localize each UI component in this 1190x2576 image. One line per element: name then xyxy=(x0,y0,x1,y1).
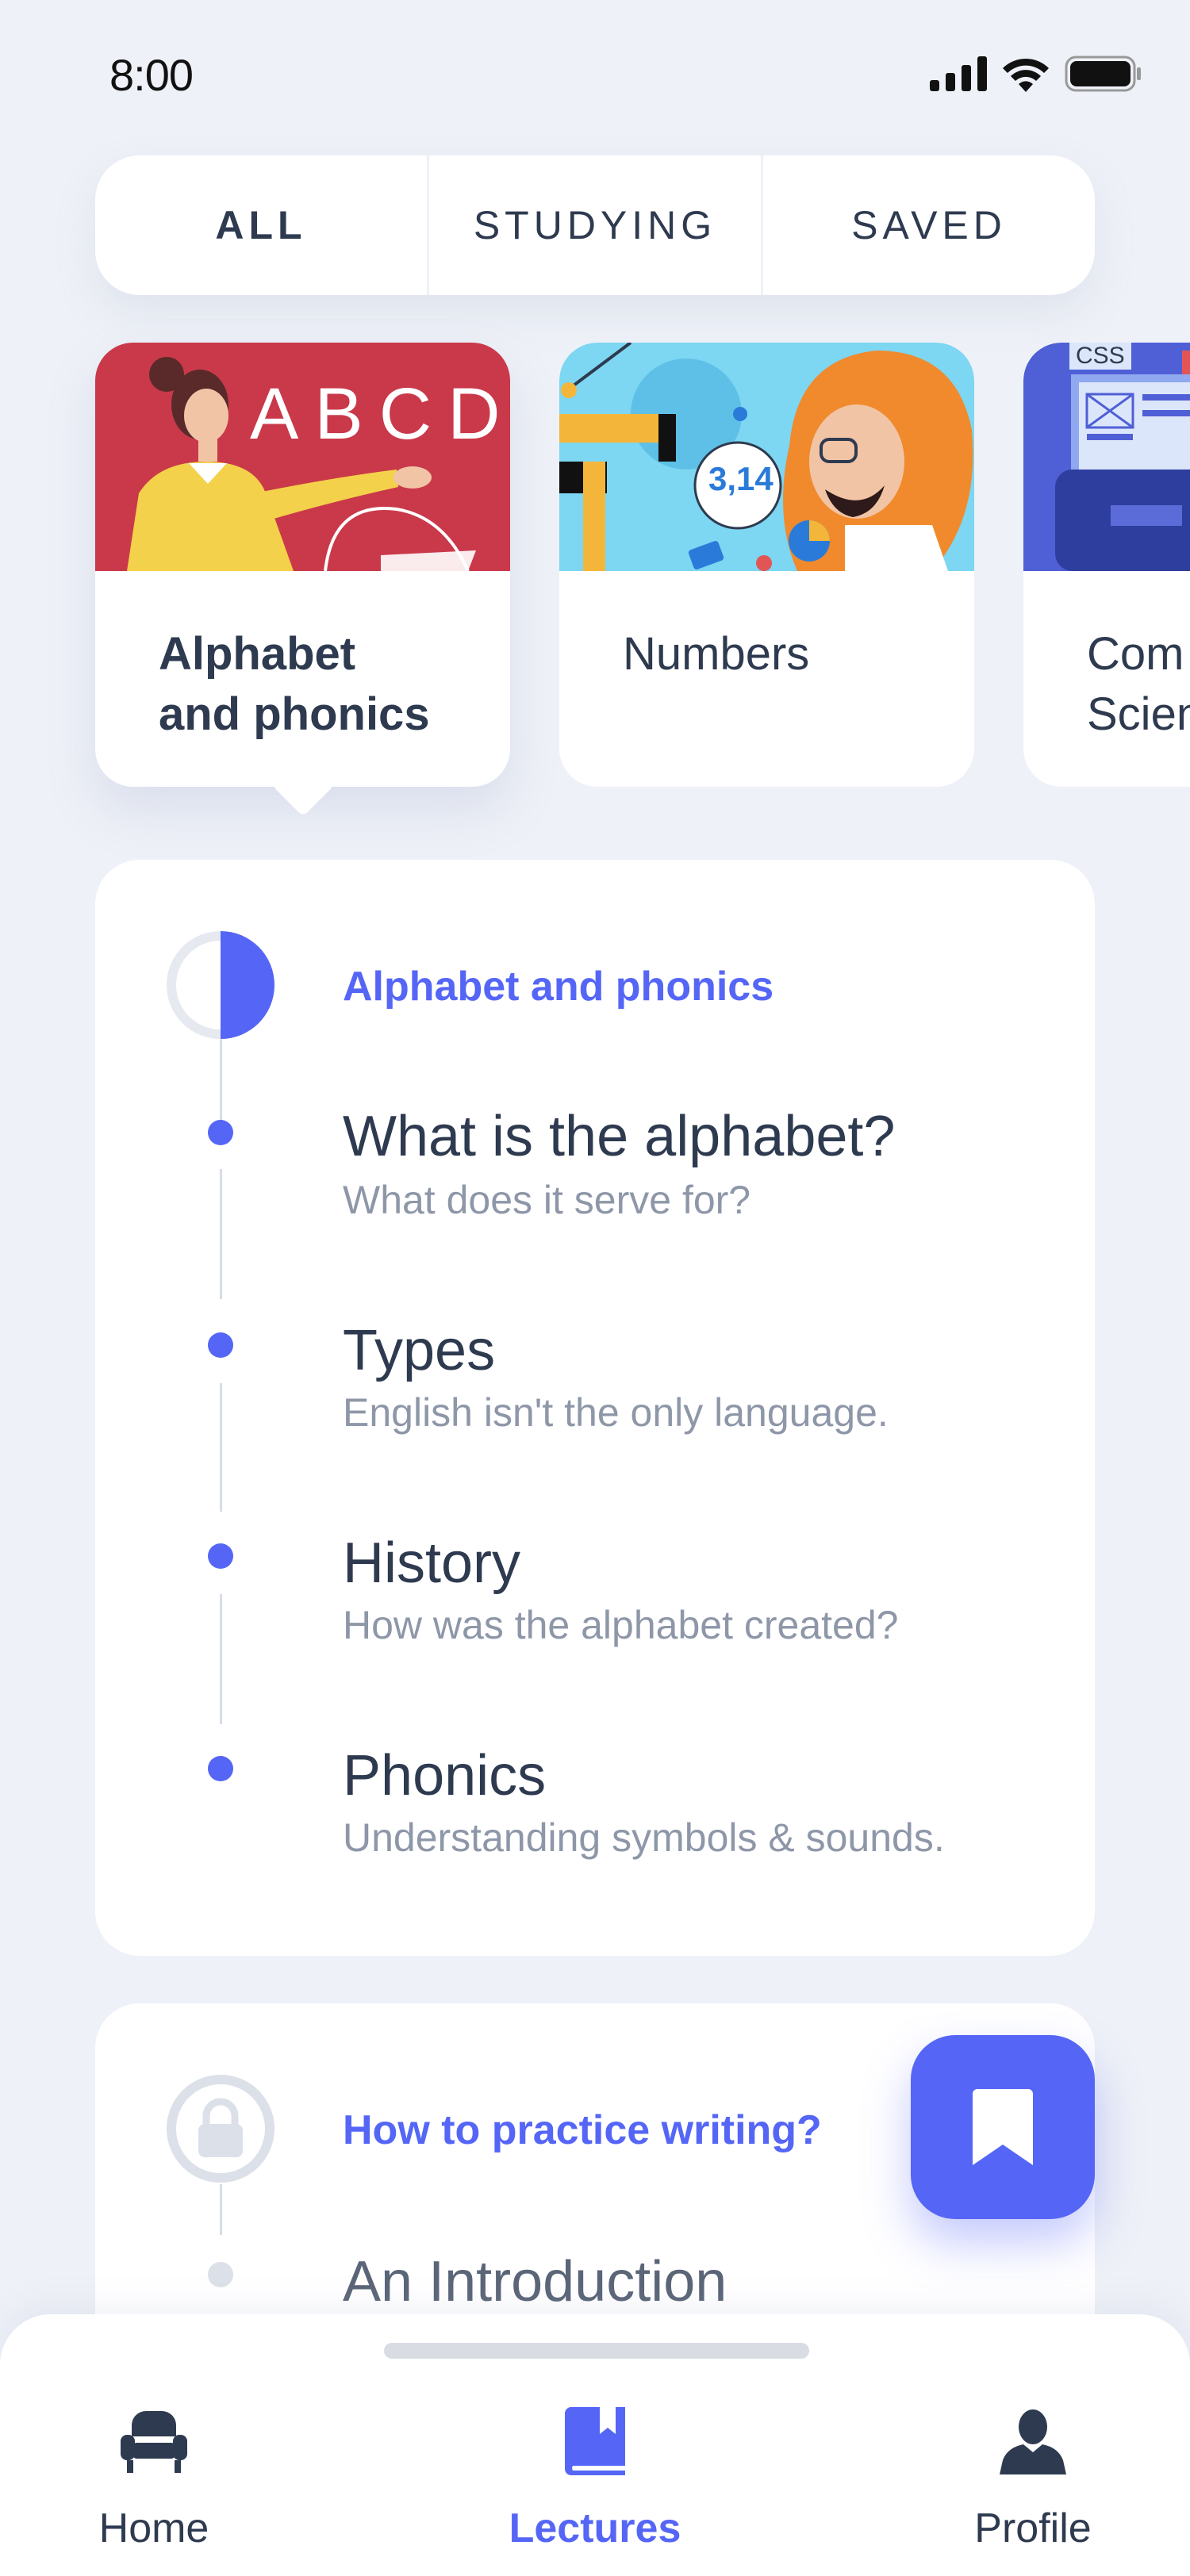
timeline-line xyxy=(220,2184,222,2235)
category-label-line1: Com xyxy=(1087,628,1184,680)
css-art-text: CSS xyxy=(1069,343,1131,370)
home-indicator xyxy=(384,2343,809,2359)
signal-icon xyxy=(930,56,987,91)
category-label-line1: Alphabet xyxy=(159,628,356,680)
wifi-icon xyxy=(1003,58,1049,92)
category-label-line2: and phonics xyxy=(159,688,430,740)
armchair-icon xyxy=(121,2411,187,2473)
timeline-line xyxy=(220,1169,222,1299)
nav-label: Home xyxy=(98,2505,209,2551)
status-bar: 8:00 xyxy=(0,0,1190,151)
person-icon xyxy=(1000,2409,1066,2474)
locked-lecture-title: How to practice writing? xyxy=(343,2107,822,2153)
category-label-line1: Numbers xyxy=(623,628,810,680)
status-time: 8:00 xyxy=(109,50,194,100)
lesson-title: An Introduction xyxy=(343,2250,727,2313)
timeline-dot xyxy=(208,1120,233,1145)
timeline-line xyxy=(220,1383,222,1512)
nav-profile[interactable]: Profile xyxy=(914,2402,1152,2552)
category-label: Com Scien xyxy=(1087,624,1190,745)
category-card-computer-science[interactable]: CSS Com Scien xyxy=(1023,343,1190,787)
category-label: Alphabet and phonics xyxy=(159,624,430,745)
category-label: Numbers xyxy=(623,624,809,684)
tab-all[interactable]: ALL xyxy=(95,155,427,295)
lesson-subtitle: English isn't the only language. xyxy=(343,1390,889,1435)
timeline-dot xyxy=(208,1543,233,1569)
lesson-title[interactable]: History xyxy=(343,1531,520,1596)
tab-studying[interactable]: STUDYING xyxy=(427,155,761,295)
nav-lectures[interactable]: Lectures xyxy=(476,2402,714,2552)
timeline-dot xyxy=(208,2262,233,2287)
bookmark-icon xyxy=(973,2089,1033,2165)
nav-label: Profile xyxy=(974,2505,1092,2551)
lesson-title[interactable]: What is the alphabet? xyxy=(343,1104,895,1169)
category-card-alphabet[interactable]: ABCD Alphabet and phonics xyxy=(95,343,510,817)
category-label-line2: Scien xyxy=(1087,688,1190,740)
progress-ring-icon xyxy=(167,931,274,1039)
nav-label: Lectures xyxy=(509,2505,681,2551)
numbers-illustration xyxy=(559,343,974,571)
book-icon xyxy=(565,2407,625,2475)
filter-tabs: ALL STUDYING SAVED xyxy=(95,155,1095,295)
computer-illustration xyxy=(1023,343,1190,571)
tab-saved[interactable]: SAVED xyxy=(761,155,1095,295)
lesson-subtitle: What does it serve for? xyxy=(343,1178,751,1222)
lesson-subtitle: How was the alphabet created? xyxy=(343,1603,899,1647)
lesson-title[interactable]: Types xyxy=(343,1318,495,1383)
alphabet-art-text: ABCD xyxy=(250,374,516,454)
status-icons xyxy=(930,56,1142,92)
lesson-title[interactable]: Phonics xyxy=(343,1743,546,1808)
numbers-art-text: 3,14 xyxy=(708,460,774,497)
lock-icon xyxy=(167,2075,274,2183)
lecture-title: Alphabet and phonics xyxy=(343,964,774,1010)
nav-home[interactable]: Home xyxy=(35,2402,273,2552)
timeline-line xyxy=(220,1594,222,1724)
lesson-subtitle: Understanding symbols & sounds. xyxy=(343,1815,945,1860)
lecture-panel: Alphabet and phonics What is the alphabe… xyxy=(95,860,1095,1956)
category-card-numbers[interactable]: 3,14 Numbers xyxy=(559,343,974,787)
battery-icon xyxy=(1065,56,1141,92)
selected-pointer xyxy=(271,753,335,817)
timeline-dot xyxy=(208,1756,233,1781)
bottom-nav: Home Lectures Profile xyxy=(0,2314,1190,2576)
timeline-dot xyxy=(208,1332,233,1358)
bookmark-button[interactable] xyxy=(911,2035,1095,2219)
